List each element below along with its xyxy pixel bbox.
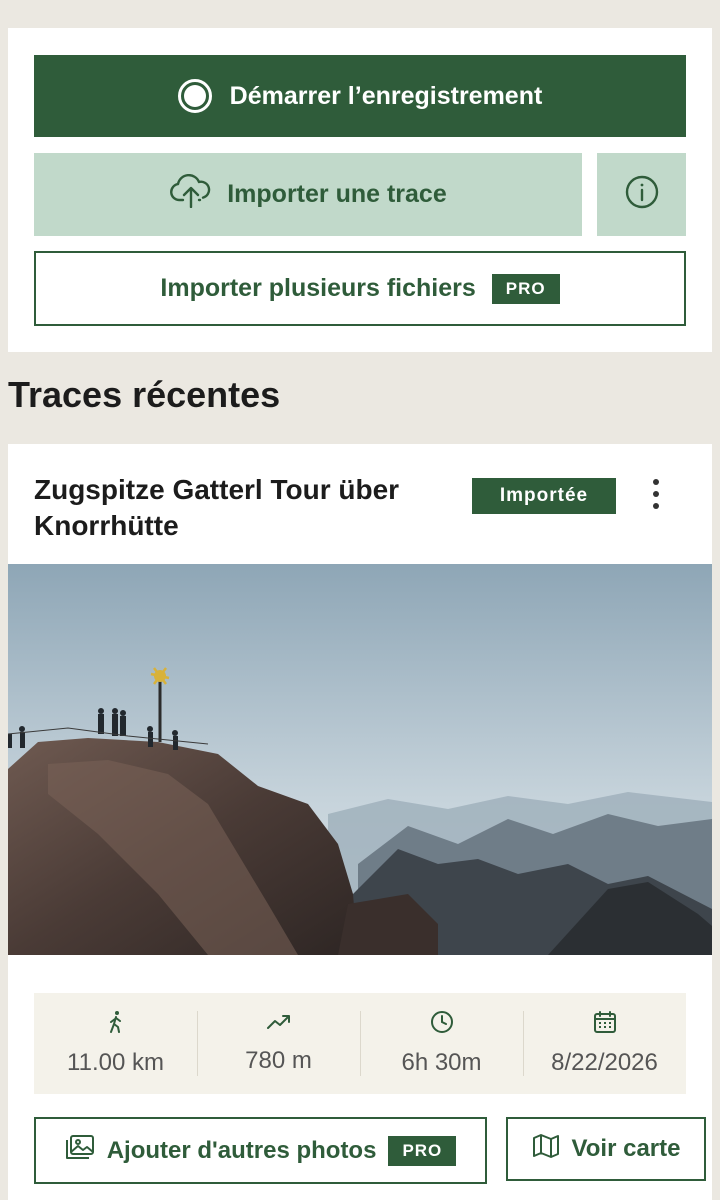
add-photos-button[interactable]: Ajouter d'autres photos PRO <box>34 1117 487 1184</box>
more-vertical-icon <box>653 479 659 485</box>
stat-distance: 11.00 km <box>34 993 197 1094</box>
stat-duration: 6h 30m <box>360 993 523 1094</box>
import-multiple-files-button[interactable]: Importer plusieurs fichiers PRO <box>34 251 686 326</box>
clock-icon <box>430 1010 454 1039</box>
hiker-icon <box>106 1010 126 1039</box>
map-icon <box>532 1133 560 1166</box>
more-options-button[interactable] <box>634 474 678 514</box>
import-trace-button[interactable]: Importer une trace <box>34 153 582 236</box>
trend-up-icon <box>266 1012 292 1037</box>
trace-photo[interactable] <box>8 564 712 955</box>
stat-date: 8/22/2026 <box>523 993 686 1094</box>
date-value: 8/22/2026 <box>551 1049 658 1076</box>
status-badge: Importée <box>472 478 616 514</box>
start-recording-button[interactable]: Démarrer l’enregistrement <box>34 55 686 137</box>
trace-card[interactable]: Zugspitze Gatterl Tour über Knorrhütte I… <box>8 444 712 1200</box>
view-map-button[interactable]: Voir carte <box>506 1117 706 1181</box>
stat-elevation: 780 m <box>197 993 360 1094</box>
trace-stats: 11.00 km 780 m 6h 30m 8/22/2026 <box>34 993 686 1094</box>
import-trace-label: Importer une trace <box>227 180 447 208</box>
trace-title: Zugspitze Gatterl Tour über Knorrhütte <box>34 474 400 541</box>
info-button[interactable] <box>597 153 686 236</box>
start-recording-label: Démarrer l’enregistrement <box>229 81 543 110</box>
duration-value: 6h 30m <box>401 1049 482 1076</box>
actions-card: Démarrer l’enregistrement Importer une t… <box>8 28 712 352</box>
elevation-value: 780 m <box>245 1047 312 1074</box>
import-multiple-label: Importer plusieurs fichiers <box>160 274 476 302</box>
section-title: Traces récentes <box>8 374 281 415</box>
pro-badge: PRO <box>491 273 560 304</box>
image-icon <box>65 1134 95 1167</box>
view-map-label: Voir carte <box>571 1135 681 1162</box>
distance-value: 11.00 km <box>67 1049 164 1076</box>
pro-badge: PRO <box>388 1135 457 1166</box>
record-icon <box>177 79 212 113</box>
calendar-icon <box>593 1010 617 1039</box>
upload-cloud-icon <box>169 173 213 215</box>
info-icon <box>625 175 659 214</box>
add-photos-label: Ajouter d'autres photos <box>106 1136 377 1164</box>
